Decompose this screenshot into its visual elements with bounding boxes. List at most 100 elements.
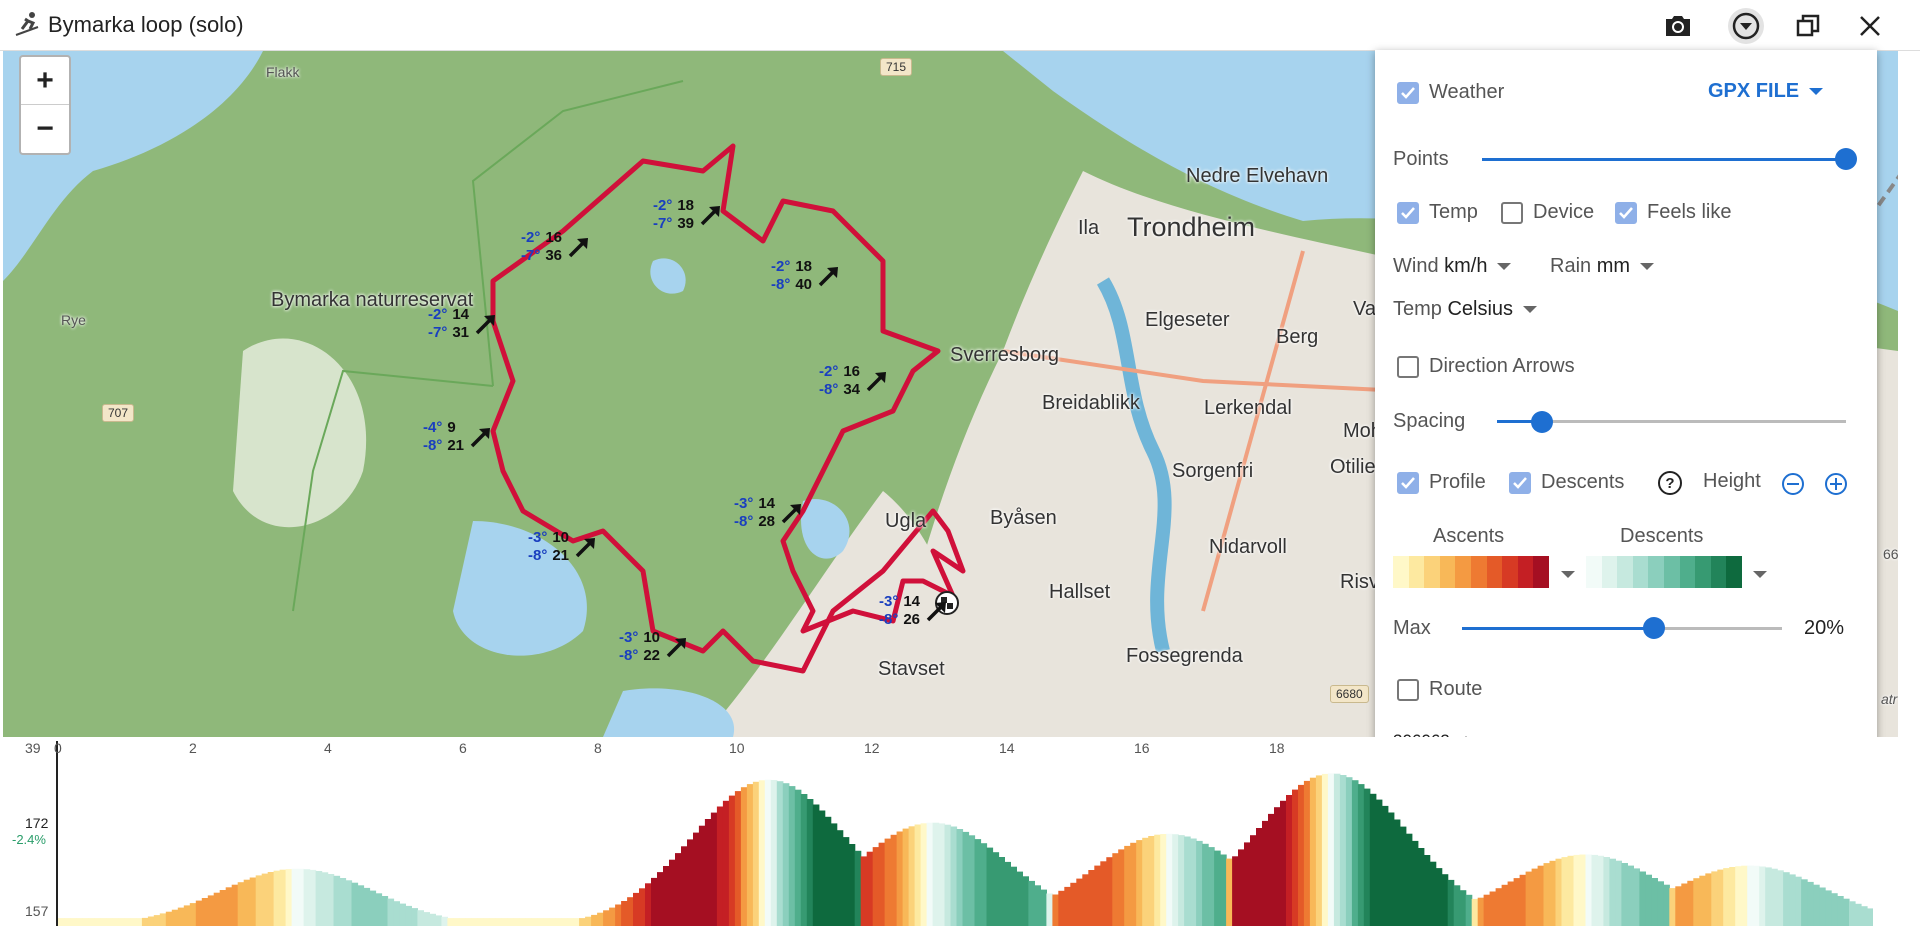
weather-marker[interactable]: -2° -7° 18 39 [653,197,724,233]
profile-segment [453,918,460,926]
direction-arrows-toggle[interactable]: Direction Arrows [1397,355,1575,378]
route-label: Route [1429,678,1483,700]
wind-value: 10 [552,529,570,546]
help-icon[interactable]: ? [1658,471,1682,495]
place-label: Breidablikk [1042,392,1140,414]
profile-segment [1717,869,1724,926]
ascent-color-step [1393,556,1409,588]
profile-segment [848,844,856,926]
points-label: Points [1393,148,1449,170]
weather-toggle[interactable]: Weather [1397,81,1504,104]
weather-marker[interactable]: -3° -8° 14 28 [734,495,805,531]
height-increase-button[interactable] [1824,472,1848,496]
weather-checkbox[interactable] [1397,81,1419,104]
weather-marker[interactable]: -2° -8° 16 34 [819,363,890,399]
attribution-text: atr [1881,691,1898,707]
zoom-out-button[interactable]: − [21,105,69,152]
temp-unit-dropdown[interactable]: Temp Celsius [1393,298,1538,321]
profile-segment [471,918,478,926]
temp-checkbox[interactable] [1397,201,1419,224]
profile-segment [752,781,760,926]
descent-color-scale[interactable] [1586,556,1742,588]
grade-value: -2.4% [12,832,46,847]
profile-segment [1669,888,1676,926]
source-dropdown[interactable]: GPX FILE [1708,80,1824,103]
weather-marker[interactable]: -2° -7° 14 31 [428,306,499,342]
profile-segment [531,918,538,926]
weather-label: Weather [1429,81,1505,103]
profile-segment [698,825,706,926]
max-slider-knob[interactable] [1643,617,1665,639]
profile-segment [465,918,472,926]
wind-value: 18 [795,258,813,275]
descent-color-step [1710,556,1727,588]
height-decrease-button[interactable] [1781,472,1805,496]
weather-marker[interactable]: -2° -7° 16 36 [521,229,592,265]
close-button[interactable] [1852,8,1888,44]
profile-segment [1471,898,1479,926]
profile-segment [633,892,640,926]
profile-segment [1058,890,1065,926]
temp-value: -2° [653,197,673,214]
profile-segment [213,892,221,926]
elevation-profile[interactable]: 39 172 -2.4% 157 0 2 4 6 8 10 12 14 16 18 [0,737,1920,926]
device-toggle[interactable]: Device [1501,201,1594,224]
dropdown-circle-icon [1732,12,1760,40]
wind-value: 14 [452,306,470,323]
chevron-down-icon[interactable] [1753,571,1767,578]
descents-toggle[interactable]: Descents [1509,471,1624,494]
points-slider-knob[interactable] [1835,148,1857,170]
feels-like-checkbox[interactable] [1615,201,1637,224]
zoom-in-button[interactable]: + [21,57,69,105]
wind-value: 14 [903,593,921,610]
wind-arrow-icon [781,504,802,524]
profile-checkbox[interactable] [1397,471,1419,494]
profile-toggle[interactable]: Profile [1397,471,1486,494]
profile-segment [1489,891,1497,926]
profile-segment [1651,878,1658,926]
profile-segment [639,888,646,926]
profile-segment [1825,890,1832,926]
profile-segment [1549,860,1557,926]
feels-like-toggle[interactable]: Feels like [1615,201,1731,224]
profile-segment [483,918,490,926]
options-dropdown-button[interactable] [1728,8,1764,44]
spacing-slider-knob[interactable] [1531,411,1554,433]
temp-value: -3° [734,495,754,512]
profile-segment [1202,843,1209,926]
weather-marker[interactable]: -4° -8° 9 21 [423,419,494,455]
profile-segment [64,918,71,926]
weather-marker[interactable]: -2° -8° 18 40 [771,258,842,294]
wind-unit-dropdown[interactable]: Wind km/h [1393,255,1512,278]
route-checkbox[interactable] [1397,678,1419,701]
profile-segment [1046,893,1053,926]
weather-marker[interactable]: -3° -8° 14 26 [879,593,950,629]
profile-segment [1441,874,1449,926]
profile-segment [1196,840,1203,926]
temp-toggle[interactable]: Temp [1397,201,1478,224]
profile-segment [369,890,377,926]
chevron-down-icon[interactable] [1561,571,1575,578]
direction-arrows-checkbox[interactable] [1397,355,1419,378]
place-label: Flakk [266,64,300,80]
restore-button[interactable] [1790,8,1826,44]
profile-segment [1453,885,1461,926]
ascent-color-step [1517,556,1534,588]
ascent-color-scale[interactable] [1393,556,1549,588]
route-toggle[interactable]: Route [1397,678,1482,701]
profile-segment [261,873,269,926]
profile-segment [1172,834,1179,926]
camera-button[interactable] [1660,8,1696,44]
profile-segment [507,918,514,926]
profile-segment [1513,878,1521,926]
weather-marker[interactable]: -3° -8° 10 21 [528,529,599,565]
profile-segment [1603,857,1610,926]
profile-segment [459,918,466,926]
device-checkbox[interactable] [1501,201,1523,224]
profile-segment [351,882,359,926]
weather-marker[interactable]: -3° -8° 10 22 [619,629,690,665]
points-slider-track[interactable] [1482,158,1846,161]
profile-segment [153,915,161,926]
descents-checkbox[interactable] [1509,471,1531,494]
rain-unit-dropdown[interactable]: Rain mm [1550,255,1655,278]
